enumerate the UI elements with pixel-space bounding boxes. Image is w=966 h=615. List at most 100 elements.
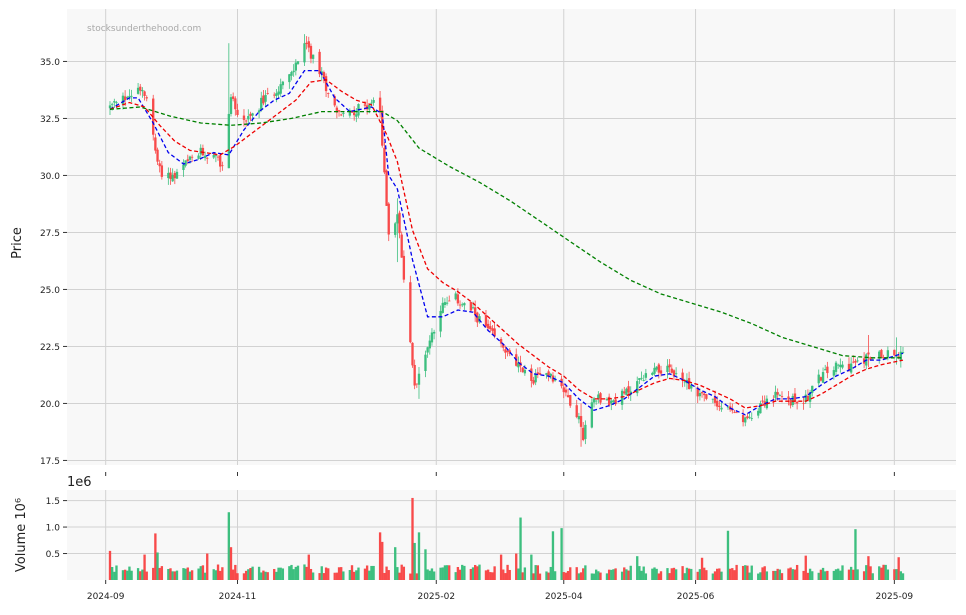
volume-bar <box>136 568 140 580</box>
candle-body <box>484 314 488 327</box>
candle-body <box>206 157 209 159</box>
x-tick-label: 2025-06 <box>677 592 715 602</box>
volume-bar <box>718 568 721 580</box>
candle-body <box>221 165 224 167</box>
volume-bar <box>832 570 836 580</box>
volume-bar <box>878 566 881 580</box>
volume-bar <box>216 564 220 580</box>
volume-bar <box>659 571 663 580</box>
volume-tick-label: 1.5 <box>46 497 60 507</box>
volume-bar <box>489 572 492 580</box>
volume-bar <box>685 567 689 580</box>
volume-bar <box>837 568 840 580</box>
volume-bar <box>532 573 535 580</box>
candle-body <box>839 364 842 368</box>
volume-bar <box>748 572 751 580</box>
volume-bar <box>396 567 399 580</box>
candle-body <box>214 155 218 157</box>
volume-bar <box>143 554 146 580</box>
candle-body <box>277 91 280 95</box>
candle-body <box>439 310 442 332</box>
volume-bar <box>757 573 760 580</box>
candle-body <box>620 390 624 405</box>
volume-bar <box>160 566 164 580</box>
volume-bar <box>720 571 723 580</box>
volume-bar <box>318 573 321 580</box>
volume-bar <box>402 566 406 580</box>
candle-body <box>569 394 572 406</box>
candle-body <box>625 388 628 396</box>
candle-body <box>761 400 764 402</box>
volume-bar <box>901 573 905 580</box>
candle-body <box>171 174 174 182</box>
candle-body <box>264 94 267 102</box>
candle-body <box>469 301 473 311</box>
volume-bar <box>545 571 548 580</box>
volume-bar <box>499 554 503 580</box>
volume-bar <box>486 569 490 580</box>
candle-body <box>463 303 466 306</box>
candle-body <box>789 399 792 406</box>
candle-body <box>175 171 179 179</box>
volume-bar <box>826 570 829 580</box>
volume-bar <box>372 565 375 580</box>
candle-body <box>443 302 447 305</box>
volume-tick-label: 1.0 <box>46 524 61 534</box>
volume-bar <box>182 568 185 580</box>
volume-bar <box>311 572 315 580</box>
volume-bar <box>605 573 609 580</box>
volume-bar <box>415 573 418 580</box>
candle-body <box>290 72 293 76</box>
volume-bar <box>145 571 148 580</box>
volume-bar <box>653 567 656 580</box>
candle-body <box>400 234 403 258</box>
volume-bar <box>186 567 189 580</box>
candle-body <box>841 364 844 368</box>
volume-bar <box>787 568 790 580</box>
volume-bar <box>305 566 308 580</box>
volume-bar <box>793 569 797 580</box>
volume-bar <box>789 567 792 580</box>
price-tick-label: 30.0 <box>40 172 60 182</box>
candle-body <box>415 383 418 385</box>
candle-body <box>188 156 192 160</box>
volume-bar <box>113 571 116 580</box>
volume-bar <box>448 565 451 580</box>
volume-bar <box>672 567 676 580</box>
volume-bar <box>197 568 200 580</box>
candle-body <box>612 400 615 403</box>
volume-bar <box>476 566 479 580</box>
volume-bar <box>536 565 540 580</box>
candle-body <box>242 115 246 120</box>
volume-bar <box>456 566 460 580</box>
candle-body <box>575 405 578 418</box>
candle-body <box>545 373 548 375</box>
candle-body <box>776 392 779 395</box>
candle-body <box>806 395 810 400</box>
volume-bar <box>290 564 293 580</box>
candle-body <box>273 94 276 96</box>
candle-body <box>424 354 427 372</box>
candle-body <box>577 416 581 420</box>
volume-bar <box>411 497 414 580</box>
volume-bar <box>190 570 194 580</box>
candle-body <box>819 377 823 381</box>
candle-body <box>595 400 598 402</box>
candle-body <box>190 156 194 158</box>
candle-body <box>454 293 457 300</box>
volume-bar <box>461 564 464 580</box>
volume-bar <box>884 564 887 580</box>
volume-bar <box>212 569 215 580</box>
volume-bar <box>735 564 738 580</box>
candle-body <box>212 155 215 158</box>
volume-bar <box>439 567 442 580</box>
volume-bar <box>508 569 511 580</box>
candle-body <box>227 113 231 169</box>
candle-body <box>733 411 736 413</box>
volume-bar <box>895 569 898 580</box>
volume-bar <box>774 570 777 580</box>
candle-body <box>530 368 533 381</box>
volume-bar <box>763 566 766 580</box>
volume-bar <box>657 573 661 580</box>
candle-body <box>372 100 375 103</box>
